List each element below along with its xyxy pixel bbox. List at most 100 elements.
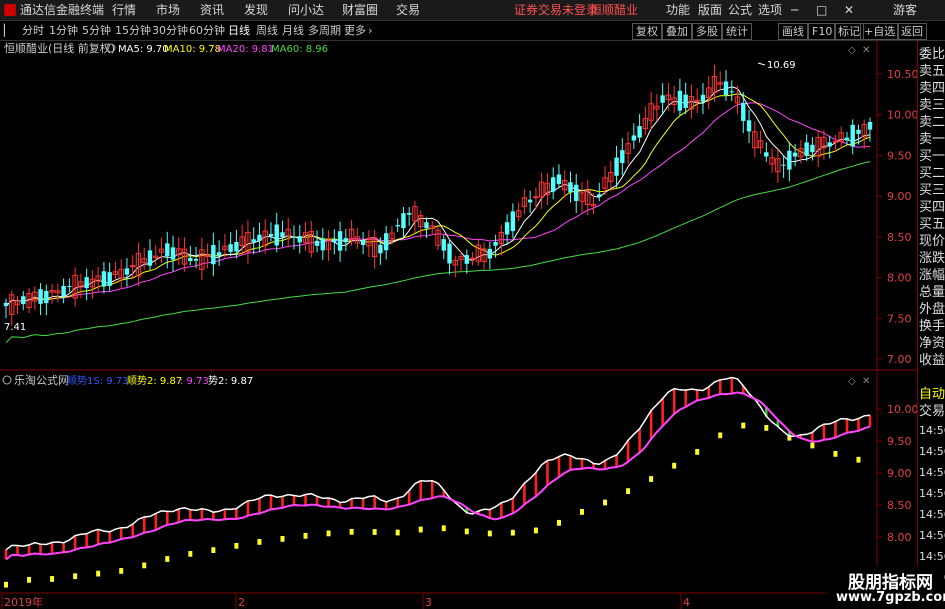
more-chevron-icon[interactable]: › [368,21,372,40]
indicator-bar [684,390,687,407]
indicator-bar [407,490,411,505]
candle-body-down [631,135,637,141]
candle-body-down [729,91,734,93]
period-multi[interactable]: 多周期 [308,21,341,40]
huaxian-button[interactable]: 画线 [778,23,808,40]
sub-close-icon[interactable]: ✕ [862,376,870,387]
indicator-bar [142,517,146,533]
menu-gongshi[interactable]: 公式 [728,0,752,20]
fuquan-button[interactable]: 复权 [632,23,662,40]
maximize-icon[interactable]: □ [816,0,827,20]
indicator-bar [304,494,307,506]
candle-body-down [810,144,815,153]
menu-caifuquan[interactable]: 财富圈 [342,0,378,20]
menu-hangqing[interactable]: 行情 [112,0,136,20]
indicator-bar [27,544,31,555]
minimize-icon[interactable]: ─ [791,0,798,20]
candle-body-down [188,257,193,262]
indicator-bar [246,500,250,516]
period-30min[interactable]: 30分钟 [152,21,188,40]
candle-body-down [764,152,769,157]
price-tick-label: 9.00 [887,190,912,203]
period-day-active[interactable]: 日线 [228,21,250,40]
period-fenshi[interactable]: 分时 [22,21,44,40]
indicator-label-2: 顺势2: 9.87 [127,374,182,387]
menu-zixun[interactable]: 资讯 [200,0,224,20]
candle-body-down [660,95,665,103]
indicator-bar [119,527,123,539]
sub-diamond-icon[interactable]: ◇ [848,376,856,387]
menu-faxian[interactable]: 发现 [244,0,268,20]
candle-body-down [67,286,72,288]
period-month[interactable]: 月线 [282,21,304,40]
indicator-bar [638,428,641,453]
candle-body-down [510,211,516,232]
indicator-dot [211,547,216,554]
indicator-dot [418,526,423,533]
menu-banmian[interactable]: 版面 [698,0,722,20]
low-price-label: 7.41 [4,322,26,333]
period-60min[interactable]: 60分钟 [189,21,225,40]
candle-body-down [360,240,366,245]
sub-panel-settings-icon[interactable] [2,375,12,385]
candle-body-down [677,90,683,111]
candle-body-down [401,213,406,229]
back-button[interactable]: 返回 [897,23,927,40]
tick-time: 14:56 [919,445,945,458]
period-week[interactable]: 周线 [256,21,278,40]
f10-button[interactable]: F10 [808,23,837,40]
period-5min[interactable]: 5分钟 [82,21,111,40]
tongji-button[interactable]: 统计 [722,23,752,40]
candle-body-down [597,194,602,197]
period-more[interactable]: 更多 [344,21,366,40]
close-icon[interactable]: ✕ [844,0,854,20]
period-15min[interactable]: 15分钟 [115,21,151,40]
diamond-icon[interactable]: ◇ [848,45,856,56]
indicator-dot [718,432,723,439]
indicator-line-white [5,376,871,551]
main-panel-title: 恒顺醋业(日线 前复权) [4,41,115,55]
candle-body-down [3,302,9,307]
candle-body-down [867,122,873,130]
trade-label[interactable]: 交易 [919,402,945,421]
diejia-button[interactable]: 叠加 [662,23,692,40]
candle-body-down [165,243,170,257]
indicator-bar [580,458,584,469]
indicator-dot [27,576,32,583]
duogu-button[interactable]: 多股 [692,23,722,40]
indicator-dot [73,573,78,580]
indicator-bar [718,379,722,395]
add-favorite-button[interactable]: +自选 [860,23,900,40]
candle-body-down [856,129,861,134]
candle-body-down [637,126,642,138]
sub-tick-label: 9.00 [887,467,912,480]
indicator-bar [661,398,664,427]
indicator-dot [764,425,769,431]
candle-body-down [850,124,855,147]
time-tick-label: 3 [425,596,432,609]
indicator-dot [510,529,515,536]
tick-time: 14:56 [919,487,945,500]
chart-close-icon[interactable]: ✕ [862,45,870,56]
menu-gongneng[interactable]: 功能 [666,0,690,20]
indicator-bar [384,501,388,510]
menu-xuanxiang[interactable]: 选项 [758,0,782,20]
high-price-label: 10.69 [767,60,796,71]
candle-body-down [251,239,256,243]
menu-jiaoyi[interactable]: 交易 [396,0,420,20]
login-status[interactable]: 证券交易未登录 [514,0,598,20]
kline-chart[interactable]: 10.50 10.00 9.50 9.00 8.50 8.00 7.50 7.00 10.00… [0,41,945,609]
indicator-dot [856,456,861,463]
indicator-bar [649,410,653,440]
indicator-bar [615,455,618,467]
ma20-line [5,102,871,307]
ma20-label: MA20: 9.81 [217,44,274,55]
menu-shichang[interactable]: 市场 [156,0,180,20]
indicator-dot [303,532,308,539]
period-1min[interactable]: 1分钟 [49,21,78,40]
candle-body-down [314,240,320,246]
price-tick-label: 8.00 [887,272,912,285]
menu-wenxiaoda[interactable]: 问小达 [288,0,324,20]
ma5-label: MA5: 9.70 [118,44,169,55]
guest-label[interactable]: 游客 [893,0,917,20]
